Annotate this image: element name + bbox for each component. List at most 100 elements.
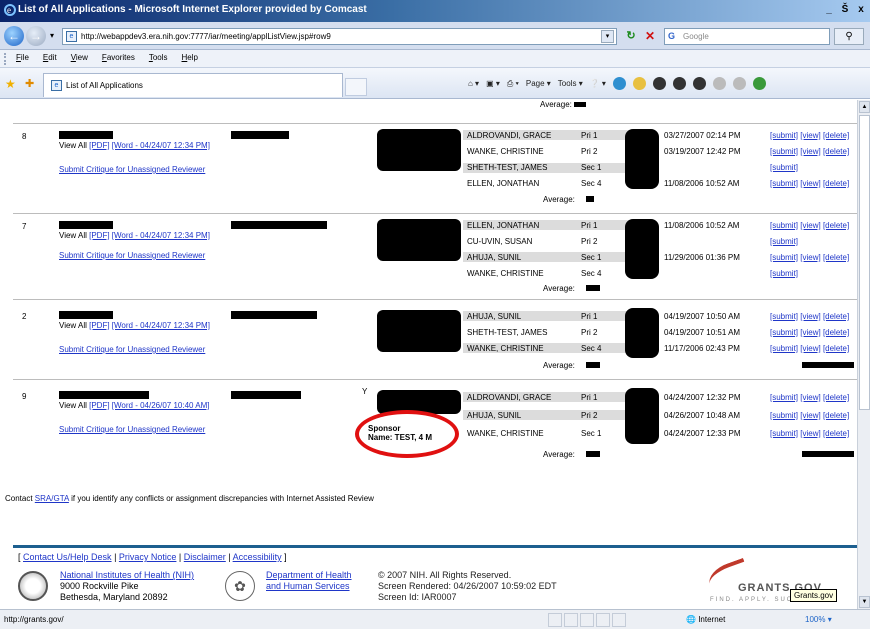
pdf-link[interactable]: [PDF] <box>89 321 109 330</box>
word-link[interactable]: [Word - 04/24/07 12:34 PM] <box>112 321 210 330</box>
menu-edit[interactable]: Edit <box>43 53 57 62</box>
favorites-star-icon[interactable]: ★ <box>5 77 16 91</box>
submit-link[interactable]: [submit] <box>770 179 798 188</box>
toolbar-addon-icon-1[interactable] <box>652 77 666 90</box>
delete-link[interactable]: [delete] <box>823 429 849 438</box>
url-dropdown-icon[interactable]: ▾ <box>601 30 614 43</box>
scroll-down-icon[interactable]: ▼ <box>859 596 870 608</box>
contact-help-desk-link[interactable]: Contact Us/Help Desk <box>23 552 112 562</box>
delete-link[interactable]: [delete] <box>823 131 849 140</box>
toolbar-globe-icon[interactable] <box>612 77 626 90</box>
toolbar-addon-icon-2[interactable] <box>672 77 686 90</box>
refresh-icon[interactable]: ↻ <box>623 29 639 45</box>
tab-list-of-all-applications[interactable]: e List of All Applications <box>43 73 343 97</box>
delete-link[interactable]: [delete] <box>823 312 849 321</box>
submit-link[interactable]: [submit] <box>770 163 798 172</box>
menu-file[interactable]: File <box>16 53 29 62</box>
close-button[interactable]: x <box>854 3 868 17</box>
menu-help[interactable]: Help <box>182 53 198 62</box>
delete-link[interactable]: [delete] <box>823 393 849 402</box>
submit-link[interactable]: [submit] <box>770 328 798 337</box>
reviewer-link[interactable]: SHETH-TEST, JAMES <box>467 163 547 172</box>
delete-link[interactable]: [delete] <box>823 344 849 353</box>
toolbar-research-icon[interactable] <box>632 77 646 90</box>
scroll-thumb[interactable] <box>859 115 870 410</box>
reviewer-link[interactable]: WANKE, CHRISTINE <box>467 147 544 156</box>
menu-view[interactable]: View <box>71 53 88 62</box>
print-icon[interactable]: ⎙ ▾ <box>507 79 519 89</box>
help-icon[interactable]: ❔ ▾ <box>590 79 606 88</box>
reviewer-link[interactable]: ELLEN, JONATHAN <box>467 179 539 188</box>
submit-link[interactable]: [submit] <box>770 131 798 140</box>
view-link[interactable]: [view] <box>800 179 820 188</box>
tools-menu[interactable]: Tools ▾ <box>558 79 583 88</box>
submit-link[interactable]: [submit] <box>770 237 798 246</box>
menu-favorites[interactable]: Favorites <box>102 53 135 62</box>
view-link[interactable]: [view] <box>800 221 820 230</box>
add-favorite-icon[interactable]: ✚ <box>25 77 34 90</box>
zoom-level[interactable]: 100% ▾ <box>805 615 832 624</box>
view-link[interactable]: [view] <box>800 147 820 156</box>
search-button[interactable]: ⚲ <box>834 28 864 45</box>
page-menu[interactable]: Page ▾ <box>526 79 551 88</box>
submit-link[interactable]: [submit] <box>770 221 798 230</box>
submit-link[interactable]: [submit] <box>770 253 798 262</box>
new-tab-button[interactable] <box>345 78 367 96</box>
reviewer-link[interactable]: WANKE, CHRISTINE <box>467 429 544 438</box>
view-link[interactable]: [view] <box>800 393 820 402</box>
submit-link[interactable]: [submit] <box>770 147 798 156</box>
reviewer-link[interactable]: WANKE, CHRISTINE <box>467 269 544 278</box>
submit-link[interactable]: [submit] <box>770 269 798 278</box>
toolbar-user-icon[interactable] <box>712 77 726 90</box>
delete-link[interactable]: [delete] <box>823 179 849 188</box>
accessibility-link[interactable]: Accessibility <box>233 552 282 562</box>
delete-link[interactable]: [delete] <box>823 411 849 420</box>
submit-link[interactable]: [submit] <box>770 411 798 420</box>
toolbar-tools-icon[interactable] <box>752 77 766 90</box>
word-link[interactable]: [Word - 04/24/07 12:34 PM] <box>112 231 210 240</box>
stop-icon[interactable]: ✕ <box>642 29 658 45</box>
view-link[interactable]: [view] <box>800 344 820 353</box>
reviewer-link[interactable]: AHUJA, SUNIL <box>467 411 521 420</box>
toolbar-messenger-icon[interactable] <box>732 77 746 90</box>
nav-history-dropdown-icon[interactable]: ▾ <box>50 31 54 40</box>
sra-gta-link[interactable]: SRA/GTA <box>35 494 69 503</box>
toolbar-addon-icon-3[interactable] <box>692 77 706 90</box>
pdf-link[interactable]: [PDF] <box>89 231 109 240</box>
submit-critique-link[interactable]: Submit Critique for Unassigned Reviewer <box>59 425 205 434</box>
reviewer-link[interactable]: CU-UVIN, SUSAN <box>467 237 532 246</box>
minimize-button[interactable]: _ <box>822 3 836 17</box>
view-link[interactable]: [view] <box>800 411 820 420</box>
submit-link[interactable]: [submit] <box>770 312 798 321</box>
submit-critique-link[interactable]: Submit Critique for Unassigned Reviewer <box>59 345 205 354</box>
word-link[interactable]: [Word - 04/26/07 10:40 AM] <box>112 401 210 410</box>
menu-tools[interactable]: Tools <box>149 53 168 62</box>
submit-link[interactable]: [submit] <box>770 393 798 402</box>
reviewer-link[interactable]: WANKE, CHRISTINE <box>467 344 544 353</box>
delete-link[interactable]: [delete] <box>823 253 849 262</box>
submit-critique-link[interactable]: Submit Critique for Unassigned Reviewer <box>59 251 205 260</box>
view-link[interactable]: [view] <box>800 328 820 337</box>
vertical-scrollbar[interactable]: ▲ ▼ <box>857 100 870 609</box>
scroll-up-icon[interactable]: ▲ <box>859 101 870 113</box>
reviewer-link[interactable]: ALDROVANDI, GRACE <box>467 393 551 402</box>
url-field[interactable]: e http://webappdev3.era.nih.gov:7777/iar… <box>62 28 617 45</box>
nih-link[interactable]: National Institutes of Health (NIH) <box>60 570 194 580</box>
delete-link[interactable]: [delete] <box>823 147 849 156</box>
reviewer-link[interactable]: ALDROVANDI, GRACE <box>467 131 551 140</box>
submit-link[interactable]: [submit] <box>770 344 798 353</box>
pdf-link[interactable]: [PDF] <box>89 141 109 150</box>
delete-link[interactable]: [delete] <box>823 328 849 337</box>
reviewer-link[interactable]: AHUJA, SUNIL <box>467 253 521 262</box>
home-icon[interactable]: ⌂ ▾ <box>468 79 479 88</box>
hhs-link-line1[interactable]: Department of Health <box>266 570 352 580</box>
reviewer-link[interactable]: AHUJA, SUNIL <box>467 312 521 321</box>
view-link[interactable]: [view] <box>800 131 820 140</box>
search-input[interactable]: G Google <box>664 28 830 45</box>
submit-critique-link[interactable]: Submit Critique for Unassigned Reviewer <box>59 165 205 174</box>
view-link[interactable]: [view] <box>800 312 820 321</box>
forward-button[interactable]: → <box>26 26 46 46</box>
word-link[interactable]: [Word - 04/24/07 12:34 PM] <box>112 141 210 150</box>
delete-link[interactable]: [delete] <box>823 221 849 230</box>
back-button[interactable]: ← <box>4 26 24 46</box>
